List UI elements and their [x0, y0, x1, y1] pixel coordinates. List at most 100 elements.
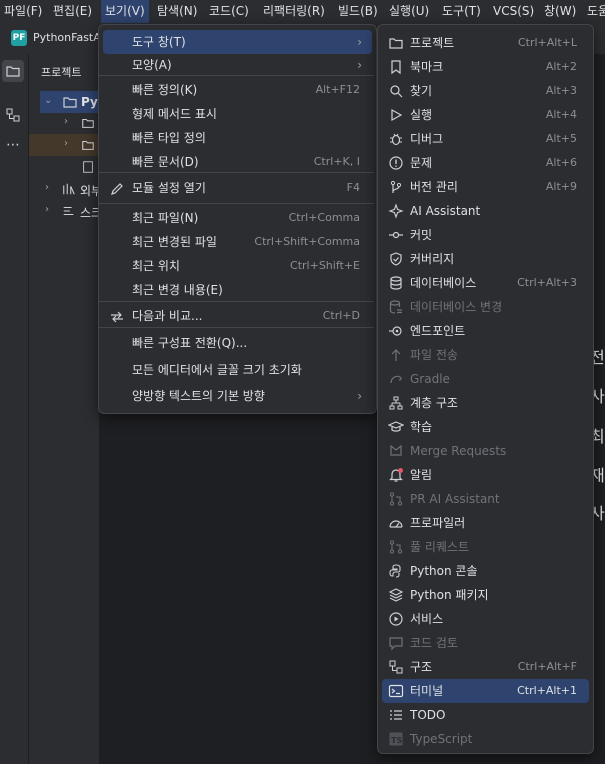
menu-refactor[interactable]: 리팩터링(R)	[263, 0, 325, 23]
menu-code[interactable]: 코드(C)	[209, 0, 249, 23]
menu-item-label: 프로젝트	[410, 36, 455, 50]
tool-windows-submenu: 프로젝트 Ctrl+Alt+L 북마크 Alt+2 찾기 Alt+3 실행 Alt+4 디버그 A…	[377, 24, 594, 754]
menu-item-label: 디버그	[410, 132, 444, 146]
menu-item-label: 구조	[410, 660, 433, 674]
tool-window-item[interactable]: 알림	[382, 463, 589, 487]
menu-navigate[interactable]: 탐색(N)	[157, 0, 197, 23]
tool-window-item: 풀 리퀘스트	[382, 535, 589, 559]
menu-item-label: Gradle	[410, 372, 450, 386]
menu-item-shortcut: Ctrl+K, I	[313, 155, 360, 168]
menu-item-shortcut: Alt+3	[545, 84, 577, 97]
tree-row[interactable]	[29, 156, 104, 178]
menu-separator	[99, 203, 374, 204]
project-tool-button[interactable]	[2, 60, 24, 82]
menu-help[interactable]: 도움	[587, 0, 605, 23]
menu-window[interactable]: 창(W)	[544, 0, 576, 23]
tool-window-item: TS TypeScript	[382, 727, 589, 751]
run-icon	[391, 108, 403, 122]
menu-item-label: 최근 위치	[132, 259, 180, 273]
view-menu-item[interactable]: 최근 파일(N) Ctrl+Comma	[103, 206, 372, 230]
menu-item-label: Merge Requests	[410, 444, 507, 458]
library-icon	[63, 183, 75, 195]
tool-window-item[interactable]: 계층 구조	[382, 391, 589, 415]
tree-row-root[interactable]: ⌄ Pyt	[40, 91, 104, 113]
tool-window-item[interactable]: 터미널 Ctrl+Alt+1	[382, 679, 589, 703]
menu-item-label: 형제 메서드 표시	[132, 107, 217, 121]
typescript-icon: TS	[389, 732, 403, 746]
hierarchy-icon	[389, 396, 403, 410]
tool-window-item[interactable]: 데이터베이스 Ctrl+Alt+3	[382, 271, 589, 295]
structure-icon	[6, 108, 20, 122]
menu-item-label: 학습	[410, 420, 433, 434]
view-menu-item[interactable]: 모듈 설정 열기 F4	[103, 176, 372, 200]
menu-item-shortcut: Alt+4	[545, 108, 577, 121]
tool-window-item[interactable]: 학습	[382, 415, 589, 439]
tool-window-item[interactable]: 북마크 Alt+2	[382, 55, 589, 79]
tool-window-item[interactable]: 구조 Ctrl+Alt+F	[382, 655, 589, 679]
python-console-icon	[389, 564, 401, 578]
view-menu-item[interactable]: 도구 창(T) ›	[103, 30, 372, 54]
menu-vcs[interactable]: VCS(S)	[493, 0, 534, 23]
database-icon	[390, 276, 402, 290]
tool-window-item[interactable]: 프로젝트 Ctrl+Alt+L	[382, 31, 589, 55]
menu-item-label: 알림	[410, 468, 433, 482]
tool-window-item[interactable]: 찾기 Alt+3	[382, 79, 589, 103]
tool-window-item[interactable]: 커버리지	[382, 247, 589, 271]
menu-item-label: 빠른 구성표 전환(Q)...	[132, 336, 248, 350]
commit-icon	[389, 231, 403, 239]
menu-build[interactable]: 빌드(B)	[338, 0, 378, 23]
menu-item-shortcut: F4	[346, 181, 360, 194]
tool-window-item[interactable]: 버전 관리 Alt+9	[382, 175, 589, 199]
menu-item-label: PR AI Assistant	[410, 492, 500, 506]
tool-window-item[interactable]: 문제 Alt+6	[382, 151, 589, 175]
menu-item-label: 엔드포인트	[410, 324, 466, 338]
view-menu-item[interactable]: 최근 변경 내용(E)	[103, 278, 372, 302]
tool-window-item[interactable]: 서비스	[382, 607, 589, 631]
tool-window-item[interactable]: Python 패키지	[382, 583, 589, 607]
tool-window-item[interactable]: TODO	[382, 703, 589, 727]
tool-window-item[interactable]: 실행 Alt+4	[382, 103, 589, 127]
tree-row-scratches[interactable]: › 스크	[29, 200, 104, 222]
compare-icon	[111, 311, 123, 323]
tool-window-item[interactable]: 프로파일러	[382, 511, 589, 535]
view-menu-item[interactable]: 빠른 구성표 전환(Q)...	[103, 331, 372, 355]
menu-item-shortcut: Ctrl+D	[322, 309, 360, 322]
view-menu-item[interactable]: 빠른 정의(K) Alt+F12	[103, 78, 372, 102]
warning-icon	[389, 156, 403, 170]
menu-item-label: 최근 변경 내용(E)	[132, 283, 223, 297]
packages-icon	[388, 588, 404, 602]
view-menu-item[interactable]: 최근 위치 Ctrl+Shift+E	[103, 254, 372, 278]
menu-item-label: 실행	[410, 108, 433, 122]
view-menu-item[interactable]: 빠른 타입 정의	[103, 126, 372, 150]
panel-title[interactable]: 프로젝트	[41, 64, 81, 80]
structure-tool-button[interactable]	[2, 104, 24, 126]
tool-window-item: 데이터베이스 변경	[382, 295, 589, 319]
menu-item-label: 모듈 설정 열기	[132, 181, 206, 195]
view-menu-item[interactable]: 모든 에디터에서 글꼴 크기 초기화	[103, 358, 372, 382]
menu-item-shortcut: Ctrl+Alt+3	[517, 276, 577, 289]
tool-window-item[interactable]: 엔드포인트	[382, 319, 589, 343]
menu-item-label: 프로파일러	[410, 516, 466, 530]
view-menu-item[interactable]: 모양(A) ›	[103, 53, 372, 77]
view-menu-item[interactable]: 빠른 문서(D) Ctrl+K, I	[103, 150, 372, 174]
tool-window-item[interactable]: Python 콘솔	[382, 559, 589, 583]
tree-row[interactable]: ›	[29, 134, 104, 156]
more-tools-button[interactable]: ⋯	[2, 134, 24, 156]
tree-row[interactable]: ›	[29, 112, 104, 134]
view-menu-item[interactable]: 양방향 텍스트의 기본 방향 ›	[103, 384, 372, 408]
menu-file[interactable]: 파일(F)	[4, 0, 42, 23]
view-menu-item[interactable]: 형제 메서드 표시	[103, 102, 372, 126]
menu-edit[interactable]: 편집(E)	[53, 0, 92, 23]
menu-tools[interactable]: 도구(T)	[442, 0, 481, 23]
menu-view[interactable]: 보기(V)	[101, 0, 149, 23]
tool-window-item[interactable]: 커밋	[382, 223, 589, 247]
tool-window-item[interactable]: 디버그 Alt+5	[382, 127, 589, 151]
file-transfer-icon	[391, 349, 401, 361]
profiler-icon	[389, 520, 403, 528]
tool-window-item[interactable]: AI Assistant	[382, 199, 589, 223]
view-menu-item[interactable]: 최근 변경된 파일 Ctrl+Shift+Comma	[103, 230, 372, 254]
tree-row-external[interactable]: › 외부	[29, 178, 104, 200]
menu-run[interactable]: 실행(U)	[389, 0, 429, 23]
view-menu-item[interactable]: 다음과 비교... Ctrl+D	[103, 304, 372, 328]
vcs-icon	[390, 180, 402, 193]
